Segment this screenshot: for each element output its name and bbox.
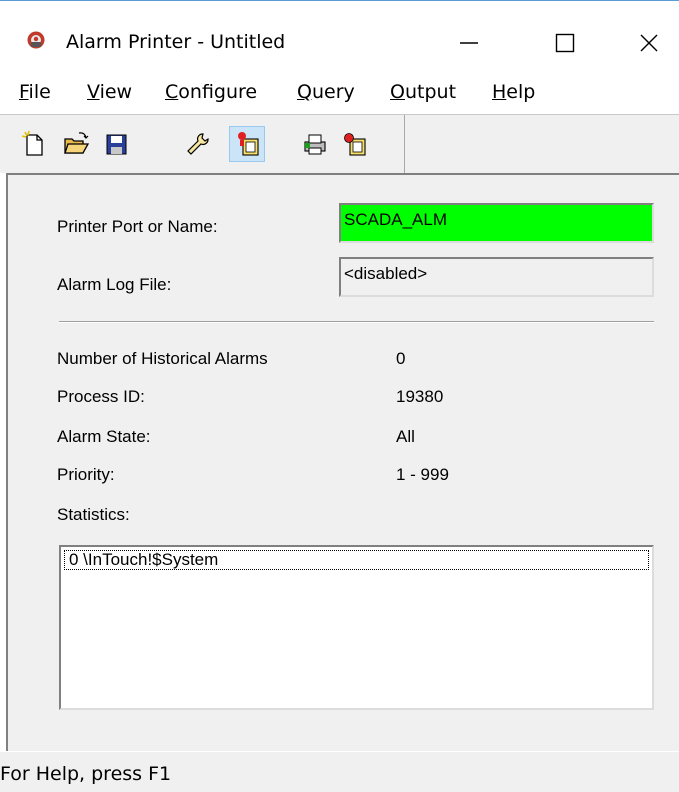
status-bar: For Help, press F1 — [0, 752, 679, 792]
alarm-printer-window: Alarm Printer - Untitled File View Confi… — [0, 0, 679, 792]
priority-value: 1 - 999 — [396, 465, 449, 484]
alarm-stop-button[interactable] — [337, 127, 371, 161]
close-button[interactable] — [624, 23, 674, 63]
historical-alarms-label: Number of Historical Alarms — [57, 349, 268, 368]
alarm-log-file-label: Alarm Log File: — [57, 275, 172, 294]
save-icon — [106, 134, 127, 155]
process-id-value: 19380 — [396, 387, 444, 406]
minimize-icon — [460, 42, 478, 44]
new-icon — [21, 130, 43, 156]
open-button[interactable] — [59, 127, 93, 161]
open-folder-icon — [64, 132, 90, 154]
alarm-start-button[interactable] — [229, 126, 265, 162]
alarm-state-value: All — [396, 427, 415, 446]
alarm-log-file-field[interactable]: <disabled> — [339, 257, 654, 297]
historical-alarms-value: 0 — [396, 349, 406, 368]
title-bar[interactable]: Alarm Printer - Untitled — [0, 1, 679, 71]
printer-port-field[interactable]: SCADA_ALM — [339, 203, 654, 243]
alarm-printer-app-icon — [26, 30, 46, 50]
alarm-state-label: Alarm State: — [57, 427, 151, 446]
printer-config-icon — [304, 134, 326, 155]
menu-file[interactable]: File — [19, 81, 51, 103]
toolbar-group — [0, 115, 405, 173]
wrench-icon — [187, 133, 209, 155]
printer-config-button[interactable] — [298, 127, 332, 161]
menu-help[interactable]: Help — [492, 81, 535, 103]
window-title: Alarm Printer - Untitled — [66, 31, 286, 53]
configure-button[interactable] — [180, 127, 214, 161]
menu-query[interactable]: Query — [297, 81, 355, 103]
priority-label: Priority: — [57, 465, 115, 484]
process-id-label: Process ID: — [57, 387, 145, 406]
statistics-list[interactable]: 0 \InTouch!$System — [59, 545, 654, 710]
close-icon — [640, 34, 658, 52]
main-panel: Printer Port or Name: SCADA_ALM Alarm Lo… — [6, 173, 679, 751]
maximize-button[interactable] — [540, 23, 590, 63]
alarm-stop-icon — [344, 133, 366, 156]
menu-view[interactable]: View — [87, 81, 132, 103]
section-divider — [59, 321, 654, 323]
list-item[interactable]: 0 \InTouch!$System — [64, 550, 649, 570]
toolbar — [0, 114, 679, 173]
status-text: For Help, press F1 — [0, 763, 172, 785]
alarm-start-icon — [238, 132, 259, 156]
printer-port-label: Printer Port or Name: — [57, 217, 218, 236]
menu-bar: File View Configure Query Output Help — [0, 72, 679, 114]
maximize-icon — [555, 33, 575, 53]
save-button[interactable] — [99, 127, 133, 161]
menu-configure[interactable]: Configure — [165, 81, 257, 103]
minimize-button[interactable] — [444, 23, 494, 63]
new-button[interactable] — [17, 127, 51, 161]
statistics-label: Statistics: — [57, 505, 130, 524]
menu-output[interactable]: Output — [390, 81, 456, 103]
